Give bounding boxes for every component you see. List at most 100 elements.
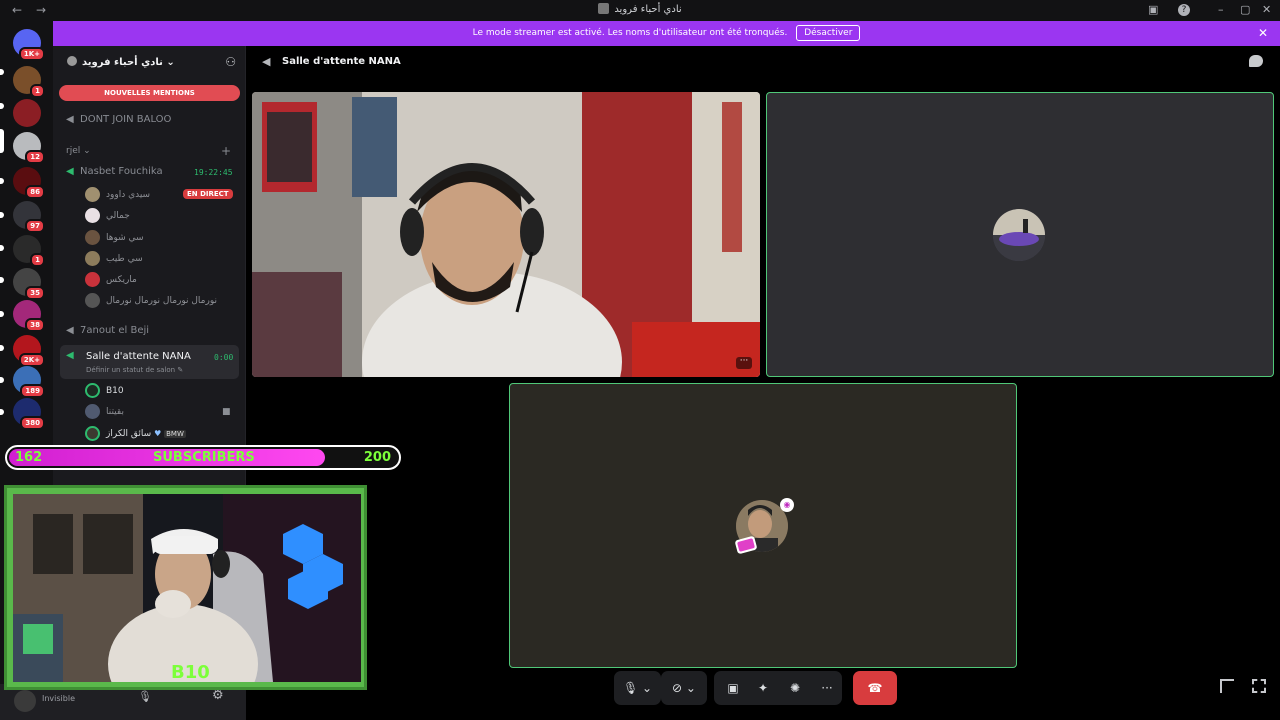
video-tile-camera[interactable]: ··· (252, 92, 760, 377)
server-icon[interactable]: 2K+ (13, 335, 45, 367)
unread-indicator (0, 277, 4, 283)
add-member-icon[interactable]: ⚇ (225, 55, 236, 69)
video-tile-user[interactable] (766, 92, 1274, 377)
voice-member[interactable]: سي شوها (85, 230, 144, 245)
voice-member[interactable]: سائق الكراز ♥ BMW (85, 426, 186, 441)
voice-timer: 19:22:45 (194, 168, 233, 177)
voice-member[interactable]: جمالي (85, 208, 130, 223)
activity-button[interactable]: ✦ (748, 671, 778, 705)
more-button[interactable]: ··· (812, 671, 842, 705)
speaker-icon: ◀ (66, 325, 74, 336)
microphone-button[interactable]: 🎙 ⌄ (614, 671, 661, 705)
window-title: نادي أحباء فرويد (0, 3, 1280, 15)
speaker-icon: ◀ (66, 166, 74, 177)
more-options-button[interactable]: ··· (736, 357, 752, 369)
voice-member[interactable]: ماريكس (85, 272, 137, 287)
pencil-icon: ✎ (177, 366, 184, 374)
maximize-button[interactable]: ▢ (1240, 3, 1250, 16)
channel-7anout-el-beji[interactable]: ◀ 7anout el Beji (66, 325, 149, 336)
game-icon (734, 535, 758, 555)
server-icon[interactable]: 86 (13, 167, 45, 199)
hang-up-button[interactable]: ☎ (853, 671, 897, 705)
video-tile-user[interactable]: ◉ (509, 383, 1017, 668)
avatar (85, 293, 100, 308)
minimize-button[interactable]: – (1218, 3, 1224, 16)
popout-icon[interactable] (1220, 679, 1234, 693)
help-icon[interactable]: ? (1178, 4, 1190, 16)
category-rjel[interactable]: rjel ⌄ (66, 146, 91, 156)
server-icon[interactable]: 1 (13, 235, 45, 267)
voice-member[interactable]: سي طيب (85, 251, 143, 266)
channel-salle-dattente-nana[interactable]: ◀ Salle d'attente NANA Définir un statut… (60, 345, 239, 379)
server-icon[interactable]: 1 (13, 66, 45, 98)
speaker-icon: ◀ (66, 350, 74, 361)
unread-indicator (0, 345, 4, 351)
unread-indicator (0, 103, 4, 109)
avatar (993, 209, 1045, 261)
channel-dont-join-baloo[interactable]: ◀ DONT JOIN BALOO (66, 114, 171, 125)
home-button[interactable]: 1K+ (13, 29, 45, 61)
server-icon[interactable]: 12 (13, 132, 45, 164)
voice-call-area: ◀ Salle d'attente NANA ··· ◉ 🎙 ⌄ ⊘ ⌄ ▣ ✦… (246, 46, 1280, 720)
voice-timer: 0:00 (214, 353, 234, 362)
voice-member[interactable]: B10 (85, 383, 124, 398)
avatar[interactable] (14, 690, 36, 712)
server-icon[interactable]: 38 (13, 300, 45, 332)
voice-member[interactable]: بقيتنا (85, 404, 124, 419)
unread-indicator (0, 409, 4, 415)
gear-icon[interactable]: ⚙ (212, 688, 224, 703)
unread-indicator (0, 178, 4, 184)
unread-indicator (0, 377, 4, 383)
voice-member[interactable]: سيدي داوود (85, 187, 150, 202)
server-icon[interactable]: 35 (13, 268, 45, 300)
avatar (85, 187, 100, 202)
server-icon (598, 3, 610, 14)
deactivate-button[interactable]: Désactiver (796, 24, 861, 41)
server-icon[interactable]: 189 (13, 366, 45, 398)
live-badge: EN DIRECT (183, 189, 233, 199)
soundboard-button[interactable]: ✺ (780, 671, 810, 705)
avatar (85, 383, 100, 398)
voice-member[interactable]: نورمال نورمال نورمال نورمال (85, 293, 217, 308)
server-icon (67, 56, 77, 66)
avatar (85, 208, 100, 223)
close-icon[interactable]: ✕ (1258, 21, 1268, 46)
subscriber-goal-bar: 162 SUBSCRIBERS 200 (5, 445, 401, 470)
server-header[interactable]: نادي أحباء فرويد ⌄ ⚇ (53, 46, 246, 78)
user-status: Invisible (42, 694, 75, 703)
channel-header: ◀ Salle d'attente NANA (246, 46, 1280, 78)
unread-indicator (0, 69, 4, 75)
speaker-icon: ◀ (66, 114, 74, 125)
server-icon[interactable]: 380 (13, 398, 45, 430)
add-channel-icon[interactable]: + (221, 144, 231, 158)
unread-indicator (0, 212, 4, 218)
fullscreen-icon[interactable] (1252, 679, 1266, 693)
unread-indicator (0, 245, 4, 251)
camera-icon: ■ (222, 407, 231, 417)
streamer-webcam-overlay: B10 (4, 485, 367, 690)
inbox-icon[interactable]: ▣ (1148, 3, 1158, 16)
avatar (85, 272, 100, 287)
channel-title: Salle d'attente NANA (282, 56, 401, 67)
speaker-icon: ◀ (262, 55, 271, 68)
avatar (85, 404, 100, 419)
camera-off-icon: ⊘ (672, 681, 683, 695)
microphone-icon[interactable]: 🎙 (138, 690, 152, 703)
title-bar: ← → نادي أحباء فرويد ▣ ? – ▢ ✕ (0, 0, 1280, 21)
channel-nasbet-fouchika[interactable]: ◀ Nasbet Fouchika (66, 166, 163, 177)
server-icon[interactable] (13, 99, 41, 127)
screen-share-button[interactable]: ▣ (718, 671, 748, 705)
chevron-down-icon: ⌄ (166, 57, 175, 68)
chevron-down-icon: ⌄ (642, 681, 653, 695)
server-icon[interactable]: 97 (13, 201, 45, 233)
chat-icon[interactable] (1249, 55, 1263, 67)
set-status-link[interactable]: Définir un statut de salon ✎ (86, 366, 183, 374)
server-name: نادي أحباء فرويد ⌄ (67, 56, 175, 68)
streamer-logo: B10 (171, 662, 210, 682)
camera-toggle-button[interactable]: ⊘ ⌄ (661, 671, 707, 705)
streamer-webcam-feed: B10 (13, 494, 361, 682)
new-mentions-button[interactable]: NOUVELLES MENTIONS (59, 85, 240, 101)
selected-indicator (0, 129, 4, 153)
streamer-mode-banner: Le mode streamer est activé. Les noms d'… (53, 21, 1280, 46)
close-button[interactable]: ✕ (1262, 3, 1271, 16)
